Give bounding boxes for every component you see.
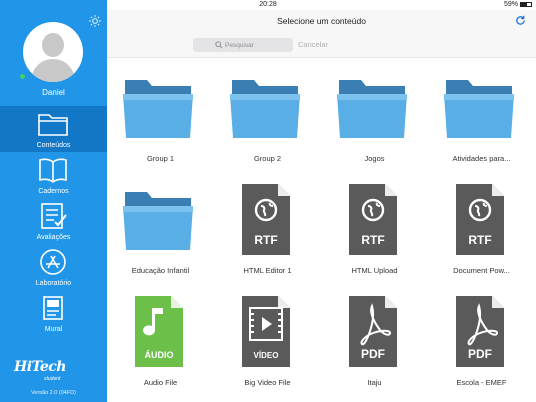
user-panel: Daniel [0,10,107,106]
battery-icon [520,1,532,7]
nav-bar: Selecione um conteúdo [107,10,536,32]
file-type-badge: PDF [361,347,385,361]
content-item-group-1[interactable]: Group 1 [107,58,203,163]
content-item-label: HTML Editor 1 [243,266,292,275]
audio-document-icon: ÁUDIO [135,296,183,367]
content-item-big-video-file[interactable]: VÍDEO Big Video File [214,282,310,387]
rtf-document-icon: RTF [242,184,290,255]
content-item-atividades[interactable]: Atividades para... [428,58,524,163]
book-icon [39,158,67,183]
content-item-educacao-infantil[interactable]: Educação Infantil [107,170,203,275]
cancel-button[interactable]: Cancelar [298,40,328,49]
rtf-document-icon: RTF [349,184,397,255]
version-label: Versão 2.0 (04FD) [31,390,76,396]
sidebar-item-conteudos[interactable]: Conteúdos [0,106,107,152]
content-item-label: Group 1 [146,154,175,163]
video-document-icon: VÍDEO [242,296,290,367]
folder-icon [337,80,407,138]
sidebar-item-label: Mural [44,326,63,333]
page-title: Selecione um conteúdo [277,16,366,26]
gear-icon[interactable] [88,14,102,28]
user-name: Daniel [42,88,65,97]
content-item-label: Educação Infantil [131,266,190,275]
folder-icon [123,192,193,250]
search-input[interactable] [225,40,285,50]
content-item-label: Document Pow... [453,266,510,275]
folder-icon [230,80,300,138]
search-box[interactable] [193,38,293,52]
file-type-badge: RTF [361,233,384,247]
sidebar-item-avaliacoes[interactable]: Avaliações [0,198,107,244]
content-item-label: Atividades para... [452,154,511,163]
file-type-badge: RTF [254,233,277,247]
sidebar-item-mural[interactable]: Mural [0,290,107,336]
sidebar-item-label: Avaliações [36,234,71,241]
pdf-document-icon: PDF [456,296,504,367]
file-type-badge: VÍDEO [254,351,279,360]
sidebar: Daniel Conteúdos Cadernos Avaliações Lab… [0,0,107,402]
brand-subtitle: student [44,376,61,382]
app-store-icon [40,249,66,275]
folder-icon [123,80,193,138]
brand-logo: HiTech student [6,355,102,385]
bulletin-icon [43,296,63,320]
content-item-label: Audio File [143,378,178,387]
content-item-label: Itaju [367,378,382,387]
content-item-group-2[interactable]: Group 2 [214,58,310,163]
file-type-badge: ÁUDIO [145,350,174,360]
search-bar: Cancelar [107,32,536,58]
content-item-label: Big Video File [244,378,291,387]
sidebar-item-laboratorio[interactable]: Laboratório [0,244,107,290]
content-item-html-upload[interactable]: RTF HTML Upload [321,170,417,275]
sidebar-item-label: Laboratório [35,280,72,287]
checklist-icon [41,203,67,229]
battery-percent: 59% [503,1,518,8]
content-item-escola-emef[interactable]: PDF Escola - EMEF [428,282,524,387]
refresh-icon[interactable] [515,15,526,26]
folder-icon [444,80,514,138]
content-item-itaju[interactable]: PDF Itaju [321,282,417,387]
battery-status: 59% [504,1,532,8]
pdf-document-icon: PDF [349,296,397,367]
content-item-label: HTML Upload [351,266,398,275]
file-type-badge: RTF [468,233,491,247]
content-item-label: Jogos [364,154,385,163]
content-grid: Group 1 Group 2 Jogos Atividades para... [107,58,536,402]
search-icon [215,41,223,49]
content-item-label: Escola - EMEF [456,378,507,387]
content-item-audio-file[interactable]: ÁUDIO Audio File [107,282,203,387]
sidebar-item-label: Conteúdos [36,142,71,149]
sidebar-item-cadernos[interactable]: Cadernos [0,152,107,198]
content-item-label: Group 2 [253,154,282,163]
rtf-document-icon: RTF [456,184,504,255]
content-item-html-editor-1[interactable]: RTF HTML Editor 1 [214,170,310,275]
avatar[interactable] [23,22,83,82]
folder-icon [38,114,68,136]
content-item-jogos[interactable]: Jogos [321,58,417,163]
file-type-badge: PDF [468,347,492,361]
sidebar-item-label: Cadernos [38,188,69,195]
online-status-dot [20,74,25,79]
brand-name: HiTech [14,359,66,375]
content-item-document-pow[interactable]: RTF Document Pow... [428,170,524,275]
